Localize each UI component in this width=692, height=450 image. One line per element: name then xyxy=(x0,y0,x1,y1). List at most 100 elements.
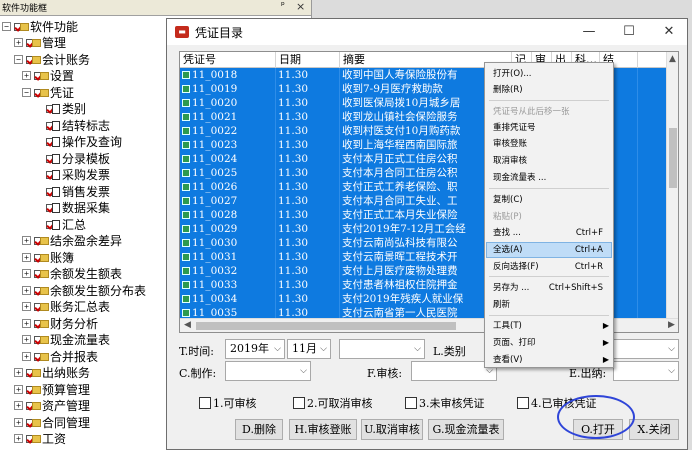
tree-node[interactable]: + 出纳账务 xyxy=(14,365,90,381)
checkbox-box[interactable] xyxy=(293,397,305,409)
menu-item[interactable]: 查看(V) ▶ xyxy=(493,353,611,367)
checkbox-unaudited[interactable]: 3.未审核凭证 xyxy=(405,395,485,411)
menu-item[interactable]: 重排凭证号 xyxy=(493,121,611,135)
tree-node[interactable]: 结转标志 xyxy=(46,117,110,133)
collapse-icon[interactable]: − xyxy=(14,54,23,64)
table-cell: 11.30 xyxy=(276,208,340,222)
expand-icon[interactable]: + xyxy=(22,302,31,311)
delete-button[interactable]: D.删除 xyxy=(235,419,283,440)
menu-item[interactable]: 现金流量表 ... xyxy=(493,171,611,185)
cancel-audit-button[interactable]: U.取消审核 xyxy=(361,419,423,440)
expand-icon[interactable]: + xyxy=(14,434,23,443)
tree-node[interactable]: 类别 xyxy=(46,101,86,117)
column-header[interactable]: 日期 xyxy=(276,52,340,68)
year-select[interactable]: 2019年 ⌵ xyxy=(225,339,285,359)
tree-node[interactable]: + 现金流量表 xyxy=(22,332,110,348)
menu-item[interactable]: 删除(R) xyxy=(493,83,611,97)
expand-icon[interactable]: + xyxy=(22,335,31,344)
tree-node[interactable]: 分录模板 xyxy=(46,150,110,166)
pin-icon[interactable]: ᵖ xyxy=(281,1,285,11)
panel-close-icon[interactable]: × xyxy=(296,0,305,13)
tree-node[interactable]: + 资产管理 xyxy=(14,398,90,414)
menu-item[interactable]: 反向选择(F) Ctrl+R xyxy=(493,260,611,274)
menu-item[interactable]: 全选(A) Ctrl+A xyxy=(486,242,612,258)
month-select[interactable]: 11月 ⌵ xyxy=(287,339,331,359)
voucher-number: 11_0034 xyxy=(192,293,238,305)
tree-node[interactable]: 销售发票 xyxy=(46,183,110,199)
checkbox-cancel-audit[interactable]: 2.可取消审核 xyxy=(293,395,373,411)
voucher-status-icon xyxy=(182,281,190,289)
tree-node[interactable]: 操作及查询 xyxy=(46,134,122,150)
category-select[interactable]: ⌵ xyxy=(613,339,679,359)
tree-node[interactable]: + 管理 xyxy=(14,35,66,51)
scroll-up-icon[interactable]: ▲ xyxy=(669,54,676,64)
scroll-left-icon[interactable]: ◀ xyxy=(184,320,191,330)
expand-icon[interactable]: + xyxy=(14,401,23,410)
expand-icon[interactable]: + xyxy=(22,252,31,262)
expand-icon[interactable]: + xyxy=(14,417,23,427)
range-select[interactable]: ⌵ xyxy=(339,339,425,359)
tree-node[interactable]: + 合并报表 xyxy=(22,348,98,364)
menu-item[interactable]: 打开(O)... xyxy=(493,67,611,81)
tree-node[interactable]: + 余额发生额表 xyxy=(22,266,122,282)
tree-node-label: 汇总 xyxy=(62,217,87,232)
tree-node[interactable]: + 账簿 xyxy=(22,249,74,265)
menu-item[interactable]: 取消审核 xyxy=(493,154,611,168)
menu-item[interactable]: 另存为 ... Ctrl+Shift+S xyxy=(493,281,611,295)
expand-icon[interactable]: + xyxy=(22,236,31,245)
tree-node[interactable]: 汇总 xyxy=(46,216,86,232)
menu-item-label: 复制(C) xyxy=(493,195,523,205)
tree-node[interactable]: − 软件功能 xyxy=(2,18,78,34)
expand-icon[interactable]: + xyxy=(22,71,31,80)
tree-node[interactable]: + 合同管理 xyxy=(14,414,90,430)
tree-node[interactable]: + 设置 xyxy=(22,68,74,84)
expand-icon[interactable]: + xyxy=(14,38,23,47)
expand-icon[interactable]: + xyxy=(22,318,31,328)
tree-node[interactable]: 采购发票 xyxy=(46,167,110,183)
menu-item[interactable]: 页面、打印 ▶ xyxy=(493,336,611,350)
tree-node[interactable]: + 工资 xyxy=(14,431,66,447)
tree-node[interactable]: + 预算管理 xyxy=(14,381,90,397)
audit-login-button[interactable]: H.审核登账 xyxy=(289,419,357,440)
close-button[interactable]: X.关闭 xyxy=(629,419,679,440)
maker-select[interactable]: ⌵ xyxy=(225,361,311,381)
tree-node[interactable]: 数据采集 xyxy=(46,200,110,216)
checkbox-box[interactable] xyxy=(405,397,417,409)
tree-node[interactable]: + 财务分析 xyxy=(22,315,98,331)
folder-icon xyxy=(26,400,41,411)
tree-node[interactable]: + 账务汇总表 xyxy=(22,299,110,315)
expand-icon[interactable]: + xyxy=(22,351,31,361)
vertical-scroll-thumb[interactable] xyxy=(669,128,677,188)
menu-item[interactable]: 查找 ... Ctrl+F xyxy=(493,226,611,240)
scroll-right-icon[interactable]: ▶ xyxy=(668,320,675,330)
menu-item[interactable]: 审核登账 xyxy=(493,137,611,151)
cash-flow-button[interactable]: G.现金流量表 xyxy=(428,419,504,440)
maximize-button[interactable]: ☐ xyxy=(609,19,649,45)
menu-item[interactable]: 刷新 xyxy=(493,298,611,312)
checkbox-box[interactable] xyxy=(517,397,529,409)
dialog-close-button[interactable]: ✕ xyxy=(649,19,689,45)
vertical-scrollbar[interactable]: ▲ xyxy=(666,52,678,318)
auditor-label: F.审核: xyxy=(367,367,403,380)
tree-node[interactable]: + 结余盈余差异 xyxy=(22,233,122,249)
horizontal-scroll-thumb[interactable] xyxy=(196,322,456,330)
table-cell: 11.30 xyxy=(276,222,340,236)
expand-icon[interactable]: + xyxy=(14,384,23,394)
minimize-button[interactable]: — xyxy=(569,19,609,45)
cashier-select[interactable]: ⌵ xyxy=(613,361,679,381)
column-header[interactable]: 凭证号 xyxy=(180,52,276,68)
tree-node[interactable]: − 凭证 xyxy=(22,84,74,100)
tree-node[interactable]: + 余额发生额分布表 xyxy=(22,282,146,298)
checkbox-box[interactable] xyxy=(199,397,211,409)
expand-icon[interactable]: + xyxy=(22,269,31,278)
menu-item[interactable]: 工具(T) ▶ xyxy=(493,319,611,333)
tree-node-label: 合并报表 xyxy=(50,349,99,364)
checkbox-auditable[interactable]: 1.可审核 xyxy=(199,395,257,411)
expand-icon[interactable]: + xyxy=(14,368,23,377)
collapse-icon[interactable]: − xyxy=(22,87,31,97)
tree-node[interactable]: − 会计账务 xyxy=(14,51,90,67)
menu-item[interactable]: 复制(C) xyxy=(493,193,611,207)
collapse-icon[interactable]: − xyxy=(2,21,11,31)
expand-icon[interactable]: + xyxy=(22,285,31,295)
tree-node-label: 账簿 xyxy=(50,250,75,265)
